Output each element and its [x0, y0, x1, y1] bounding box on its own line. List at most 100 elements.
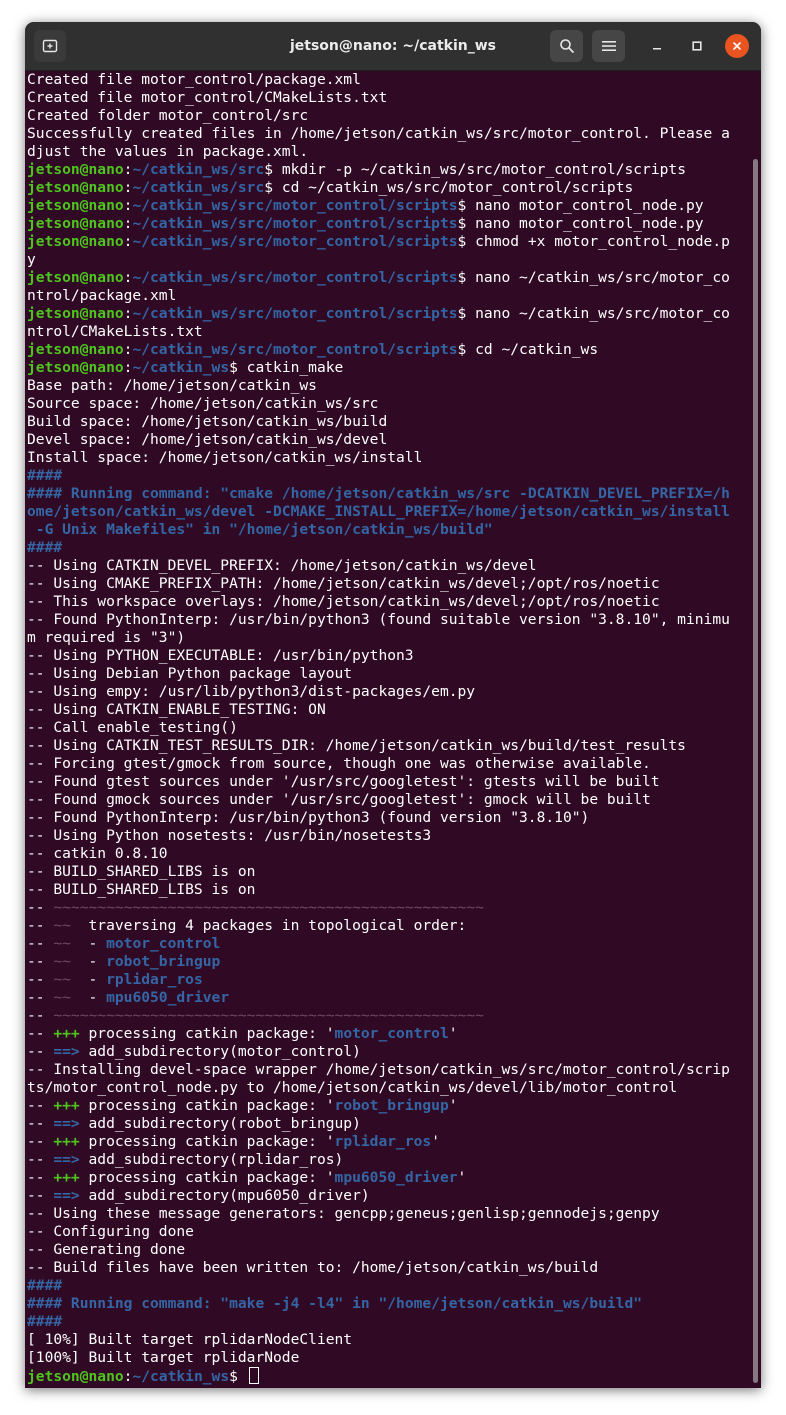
highlight-text: ==>: [53, 1151, 80, 1168]
prompt-user: jetson@nano: [27, 359, 124, 376]
minimize-button[interactable]: [645, 34, 669, 58]
terminal-line: jetson@nano:~/catkin_ws/src/motor_contro…: [27, 341, 730, 359]
line-text: [100%] Built target rplidarNode: [27, 1349, 300, 1366]
highlight-text: ####: [27, 539, 63, 556]
terminal-line: ntrol/CMakeLists.txt: [27, 323, 730, 341]
highlight-text: ~/catkin_ws/src/motor_control/scripts: [132, 269, 458, 286]
highlight-text: ome/jetson/catkin_ws/devel -DCMAKE_INSTA…: [27, 503, 730, 520]
terminal-line: -- ~~~~~~~~~~~~~~~~~~~~~~~~~~~~~~~~~~~~~…: [27, 1007, 730, 1025]
terminal-output[interactable]: Created file motor_control/package.xml Cr…: [25, 71, 761, 1388]
title-bar: jetson@nano: ~/catkin_ws: [25, 22, 761, 71]
line-text: djust the values in package.xml.: [27, 143, 309, 160]
terminal-line: Install space: /home/jetson/catkin_ws/in…: [27, 449, 730, 467]
terminal-line: -- BUILD_SHARED_LIBS is on: [27, 863, 730, 881]
terminal-line: Successfully created files in /home/jets…: [27, 125, 730, 143]
terminal-line: -- ~~ - rplidar_ros: [27, 971, 730, 989]
line-text: $ chmod +x motor_control_node.p: [457, 233, 730, 250]
terminal-line: -- Using CMAKE_PREFIX_PATH: /home/jetson…: [27, 575, 730, 593]
terminal-line: -- ~~~~~~~~~~~~~~~~~~~~~~~~~~~~~~~~~~~~~…: [27, 899, 730, 917]
line-text: processing catkin package: ': [79, 1169, 335, 1186]
line-text: Build space: /home/jetson/catkin_ws/buil…: [27, 413, 388, 430]
line-text: -- Build files have been written to: /ho…: [27, 1259, 599, 1276]
line-text: $ nano motor_control_node.py: [457, 197, 704, 214]
highlight-text: ~/catkin_ws/src/motor_control/scripts: [132, 341, 458, 358]
line-text: -- Using CATKIN_TEST_RESULTS_DIR: /home/…: [27, 737, 686, 754]
line-text: -- Using Python nosetests: /usr/bin/nose…: [27, 827, 432, 844]
terminal-line: -- Found PythonInterp: /usr/bin/python3 …: [27, 611, 730, 629]
separator-text: ~~~~~~~~~~~~~~~~~~~~~~~~~~~~~~~~~~~~~~~~…: [53, 899, 484, 916]
line-text: ': [448, 1025, 458, 1042]
terminal-line: #### Running command: "cmake /home/jetso…: [27, 485, 730, 503]
highlight-text: ~/catkin_ws/src/motor_control/scripts: [132, 233, 458, 250]
line-text: -- Using CATKIN_ENABLE_TESTING: ON: [27, 701, 326, 718]
terminal-line: jetson@nano:~/catkin_ws$: [27, 1367, 730, 1385]
terminal-line: Base path: /home/jetson/catkin_ws: [27, 377, 730, 395]
line-text: ntrol/CMakeLists.txt: [27, 323, 203, 340]
terminal-line: Created folder motor_control/src: [27, 107, 730, 125]
terminal-line: ####: [27, 539, 730, 557]
terminal-line: -- Found PythonInterp: /usr/bin/python3 …: [27, 809, 730, 827]
highlight-text: ==>: [53, 1187, 80, 1204]
line-text: y: [27, 251, 36, 268]
search-button[interactable]: [550, 30, 583, 62]
highlight-text: -G Unix Makefiles": [27, 521, 194, 538]
line-text: -- Using these message generators: gencp…: [27, 1205, 660, 1222]
highlight-text: mpu6050_driver: [106, 989, 230, 1006]
terminal-line: -- +++ processing catkin package: 'robot…: [27, 1097, 730, 1115]
highlight-text: ==>: [53, 1115, 80, 1132]
line-text: -- Found gmock sources under '/usr/src/g…: [27, 791, 651, 808]
terminal-line: -- ~~ traversing 4 packages in topologic…: [27, 917, 730, 935]
line-text: -: [70, 953, 107, 970]
new-tab-button[interactable]: [34, 30, 66, 62]
line-text: --: [27, 1169, 54, 1186]
prompt-user: +++: [53, 1133, 80, 1150]
line-text: --: [27, 1025, 54, 1042]
separator-text: ~~: [53, 989, 71, 1006]
prompt-user: +++: [53, 1097, 80, 1114]
highlight-text: mpu6050_driver: [334, 1169, 458, 1186]
close-button[interactable]: [725, 34, 749, 58]
line-text: -- Forcing gtest/gmock from source, thou…: [27, 755, 651, 772]
terminal-line: -- Using empy: /usr/lib/python3/dist-pac…: [27, 683, 730, 701]
line-text: add_subdirectory(rplidar_ros): [79, 1151, 344, 1168]
highlight-text: in: [343, 1295, 379, 1312]
terminal-line: -- Using Debian Python package layout: [27, 665, 730, 683]
scrollbar[interactable]: [753, 159, 758, 1383]
prompt-user: jetson@nano: [27, 269, 124, 286]
prompt-user: jetson@nano: [27, 341, 124, 358]
line-text: ts/motor_control_node.py to /home/jetson…: [27, 1079, 678, 1096]
terminal-line: -- Using these message generators: gencp…: [27, 1205, 730, 1223]
line-text: -- Generating done: [27, 1241, 186, 1258]
line-text: Created folder motor_control/src: [27, 107, 309, 124]
terminal-line: Devel space: /home/jetson/catkin_ws/deve…: [27, 431, 730, 449]
line-text: -: [70, 971, 107, 988]
terminal-line: -- +++ processing catkin package: 'rplid…: [27, 1133, 730, 1151]
menu-button[interactable]: [592, 30, 625, 62]
line-text: -- Found PythonInterp: /usr/bin/python3 …: [27, 611, 730, 628]
terminal-line: [100%] Built target rplidarNode: [27, 1349, 730, 1367]
line-text: processing catkin package: ': [79, 1097, 335, 1114]
line-text: -: [70, 989, 107, 1006]
terminal-line: -- ==> add_subdirectory(rplidar_ros): [27, 1151, 730, 1169]
prompt-user: +++: [53, 1169, 80, 1186]
line-text: Devel space: /home/jetson/catkin_ws/deve…: [27, 431, 388, 448]
line-text: m required is "3"): [27, 629, 186, 646]
terminal-line: -- +++ processing catkin package: 'motor…: [27, 1025, 730, 1043]
line-text: -- Found gtest sources under '/usr/src/g…: [27, 773, 660, 790]
terminal-line: ####: [27, 1277, 730, 1295]
line-text: add_subdirectory(robot_bringup): [79, 1115, 361, 1132]
maximize-button[interactable]: [685, 34, 709, 58]
terminal-line: -- Found gmock sources under '/usr/src/g…: [27, 791, 730, 809]
line-text: --: [27, 935, 54, 952]
highlight-text: motor_control: [106, 935, 221, 952]
line-text: Created file motor_control/package.xml: [27, 71, 361, 88]
line-text: -- Using PYTHON_EXECUTABLE: /usr/bin/pyt…: [27, 647, 414, 664]
terminal-line: -- Using CATKIN_ENABLE_TESTING: ON: [27, 701, 730, 719]
separator-text: ~~: [53, 917, 71, 934]
separator-text: ~~: [53, 971, 71, 988]
line-text: -- Using CMAKE_PREFIX_PATH: /home/jetson…: [27, 575, 660, 592]
highlight-text: in: [193, 521, 230, 538]
terminal-window: jetson@nano: ~/catkin_ws Created file mo…: [25, 22, 761, 1388]
highlight-text: ####: [27, 1313, 63, 1330]
line-text: processing catkin package: ': [79, 1133, 335, 1150]
